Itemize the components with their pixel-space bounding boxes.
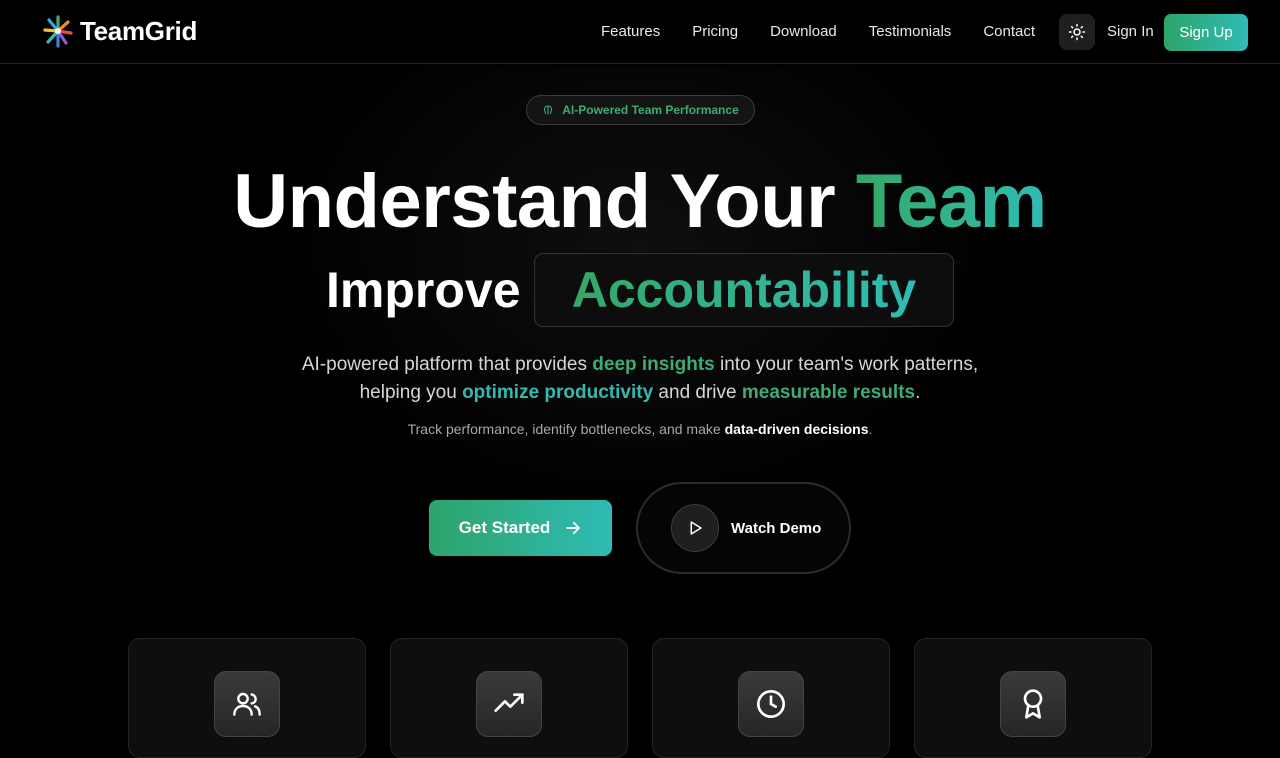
arrow-right-icon: [566, 521, 581, 535]
feature-card: [652, 638, 890, 758]
sign-in-link[interactable]: Sign In: [1107, 23, 1154, 40]
trending-up-icon: [494, 693, 524, 712]
nav-link-pricing[interactable]: Pricing: [692, 23, 738, 40]
sun-icon: [1068, 23, 1086, 41]
highlight-deep-insights: deep insights: [592, 354, 715, 375]
description-text: .: [915, 382, 921, 403]
improve-label: Improve: [326, 262, 521, 318]
subtext-text: Track performance, identify bottlenecks,…: [407, 421, 725, 437]
feature-card: [390, 638, 628, 758]
brand-name: TeamGrid: [80, 15, 198, 46]
hero-headline: Understand Your Team: [0, 158, 1280, 246]
watch-demo-button[interactable]: Watch Demo: [636, 482, 851, 574]
nav-link-features[interactable]: Features: [601, 23, 660, 40]
feature-card-icon-box: [1000, 671, 1066, 737]
feature-card-icon-box: [214, 671, 280, 737]
get-started-button[interactable]: Get Started: [429, 500, 612, 556]
award-icon: [1023, 689, 1043, 719]
description-text: AI-powered platform that provides: [301, 354, 593, 375]
watch-demo-label: Watch Demo: [731, 519, 822, 537]
brand-logo[interactable]: TeamGrid: [42, 13, 197, 49]
headline-prefix: Understand Your: [233, 159, 836, 244]
nav-link-testimonials[interactable]: Testimonials: [869, 23, 952, 40]
highlight-optimize-productivity: optimize productivity: [462, 382, 654, 403]
nav-link-contact[interactable]: Contact: [983, 23, 1035, 40]
subtext-bold: data-driven decisions: [724, 421, 869, 437]
highlight-measurable-results: measurable results: [741, 382, 916, 403]
hero-badge-label: AI-Powered Team Performance: [562, 103, 739, 117]
users-icon: [233, 692, 261, 716]
rotating-word: Accountability: [571, 262, 917, 318]
top-navbar: TeamGrid Features Pricing Download Testi…: [0, 0, 1280, 64]
hero-description: AI-powered platform that provides deep i…: [300, 351, 980, 407]
clock-icon: [757, 690, 785, 718]
brain-icon: [544, 105, 553, 115]
get-started-label: Get Started: [458, 518, 551, 537]
feature-card: [914, 638, 1152, 758]
logo-icon: [43, 15, 73, 48]
nav-link-download[interactable]: Download: [770, 23, 837, 40]
hero-subtext: Track performance, identify bottlenecks,…: [0, 421, 1280, 437]
rotating-word-box: Accountability: [534, 253, 954, 327]
theme-toggle-button[interactable]: [1059, 14, 1095, 50]
nav-links: Features Pricing Download Testimonials C…: [601, 23, 1067, 40]
subtext-text: .: [868, 421, 873, 437]
feature-card-icon-box: [738, 671, 804, 737]
hero-subheadline: Improve Accountability: [0, 253, 1280, 327]
play-icon: [690, 521, 702, 535]
play-button-circle: [671, 504, 719, 552]
feature-card: [128, 638, 366, 758]
sign-up-button[interactable]: Sign Up: [1164, 14, 1248, 51]
description-text: and drive: [653, 382, 742, 403]
feature-card-icon-box: [476, 671, 542, 737]
headline-highlight: Team: [855, 159, 1047, 244]
hero-badge: AI-Powered Team Performance: [526, 95, 755, 125]
